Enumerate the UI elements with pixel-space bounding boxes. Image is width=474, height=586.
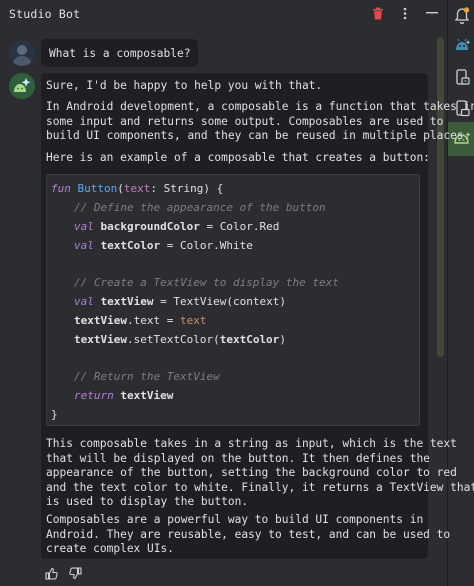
bot-paragraph-1: Sure, I'd be happy to help you with that… <box>46 79 323 92</box>
code-line-6: textView.setTextColor(textColor) <box>74 333 286 346</box>
code-line-7: return textView <box>74 389 174 402</box>
code-comment-3: // Return the TextView <box>74 370 220 383</box>
thumbs-up-icon[interactable] <box>44 566 58 580</box>
feedback-actions <box>44 566 82 580</box>
trash-icon[interactable] <box>371 5 385 21</box>
code-line-4: val textView = TextView(context) <box>74 295 286 308</box>
code-comment-2: // Create a TextView to display the text <box>74 276 339 289</box>
code-line-1: fun Button(text: String) { <box>51 182 224 195</box>
code-line-end: } <box>51 408 58 421</box>
code-line-2: val backgroundColor = Color.Red <box>74 220 280 233</box>
device-manager-icon[interactable] <box>450 66 474 90</box>
minimize-icon[interactable] <box>425 5 439 21</box>
tool-window-title: Studio Bot <box>9 7 81 21</box>
user-avatar <box>9 40 35 66</box>
code-comment-1: // Define the appearance of the button <box>74 201 326 214</box>
code-line-3: val textColor = Color.White <box>74 239 253 252</box>
bot-paragraph-5: Composables are a powerful way to build … <box>46 513 451 555</box>
header-actions <box>371 5 439 21</box>
notification-icon[interactable] <box>450 4 474 28</box>
code-line-5: textView.text = text <box>74 314 207 327</box>
more-vertical-icon[interactable] <box>398 5 412 21</box>
bot-paragraph-3: Here is an example of a composable that … <box>46 151 430 164</box>
user-message-bubble: What is a composable? <box>41 39 199 67</box>
tool-window-header: Studio Bot <box>0 0 447 28</box>
bot-avatar <box>9 73 35 99</box>
bot-paragraph-4: This composable takes in a string as inp… <box>46 437 474 508</box>
user-message-text: What is a composable? <box>49 46 191 60</box>
thumbs-down-icon[interactable] <box>68 566 82 580</box>
code-block[interactable]: fun Button(text: String) { // Define the… <box>46 174 420 426</box>
chat-scrollbar[interactable] <box>437 37 444 357</box>
gemini-android-icon[interactable] <box>450 34 474 58</box>
bot-paragraph-2: In Android development, a composable is … <box>46 100 474 142</box>
